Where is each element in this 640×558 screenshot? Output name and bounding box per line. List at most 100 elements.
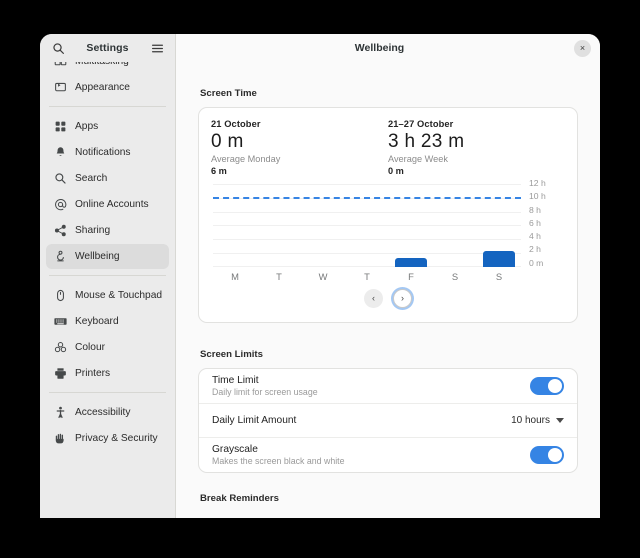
- grayscale-title: Grayscale: [212, 444, 530, 455]
- content-pane: Wellbeing × Screen Time 21 October 0 m A…: [176, 34, 600, 518]
- sidebar-item-label: Wellbeing: [75, 251, 120, 262]
- sidebar-item-label: Appearance: [75, 82, 130, 93]
- grayscale-row[interactable]: Grayscale Makes the screen black and whi…: [199, 437, 577, 472]
- chart-plot-area: [213, 185, 521, 267]
- chart-navigation: ‹ ›: [211, 285, 565, 316]
- sidebar-item-search[interactable]: Search: [46, 166, 169, 191]
- day-stat-date: 21 October: [211, 119, 388, 129]
- screen-limits-card: Time Limit Daily limit for screen usage …: [198, 368, 578, 473]
- chart-bar: [483, 251, 515, 267]
- week-stat-value: 3 h 23 m: [388, 130, 565, 153]
- chart-bar-cell: [433, 185, 477, 267]
- week-stat-average-label: Average Week: [388, 154, 565, 164]
- daily-limit-amount-text: Daily Limit Amount: [212, 409, 511, 432]
- colour-icon: [53, 341, 67, 355]
- sidebar-item-notifications[interactable]: Notifications: [46, 140, 169, 165]
- day-stat-average-value: 6 m: [211, 166, 388, 176]
- chart-bar-cell: [301, 185, 345, 267]
- chart-bar-cell: [257, 185, 301, 267]
- next-week-button[interactable]: ›: [393, 289, 412, 308]
- chart-bar-cell: [345, 185, 389, 267]
- chart-bar: [395, 258, 427, 268]
- hamburger-menu-icon[interactable]: [147, 38, 167, 58]
- sidebar-item-accessibility[interactable]: Accessibility: [46, 400, 169, 425]
- sidebar-item-label: Apps: [75, 121, 98, 132]
- sidebar-item-label: Colour: [75, 342, 105, 353]
- chart-x-tick-label: S: [477, 271, 521, 282]
- screen-time-chart: 12 h10 h8 h6 h4 h2 h0 m MTWTFSS: [211, 185, 565, 285]
- time-limit-row[interactable]: Time Limit Daily limit for screen usage: [199, 369, 577, 403]
- sidebar-title: Settings: [72, 42, 143, 54]
- sidebar: Settings Multitasking: [40, 34, 176, 518]
- time-limit-subtitle: Daily limit for screen usage: [212, 387, 530, 397]
- wellbeing-icon: [53, 250, 67, 264]
- sidebar-item-multitasking-clipped[interactable]: Multitasking: [46, 62, 169, 74]
- chart-y-tick-label: 6 h: [529, 219, 565, 228]
- sidebar-item-apps[interactable]: Apps: [46, 114, 169, 139]
- screen-time-stats: 21 October 0 m Average Monday 6 m 21–27 …: [211, 119, 565, 176]
- chevron-down-icon[interactable]: [556, 418, 564, 423]
- sidebar-item-label: Sharing: [75, 225, 110, 236]
- day-stat-value: 0 m: [211, 130, 388, 153]
- chart-x-tick-label: W: [301, 271, 345, 282]
- sidebar-header: Settings: [40, 34, 175, 62]
- chart-y-tick-label: 12 h: [529, 179, 565, 188]
- week-stat-average-value: 0 m: [388, 166, 565, 176]
- sidebar-item-appearance[interactable]: Appearance: [46, 75, 169, 100]
- search-icon[interactable]: [48, 38, 68, 58]
- sidebar-nav-list[interactable]: Multitasking Appearance: [40, 62, 175, 518]
- sidebar-item-label: Accessibility: [75, 407, 130, 418]
- time-limit-toggle[interactable]: [530, 377, 564, 395]
- sidebar-item-wellbeing[interactable]: Wellbeing: [46, 244, 169, 269]
- printer-icon: [53, 367, 67, 381]
- grayscale-toggle[interactable]: [530, 446, 564, 464]
- chart-y-axis-labels: 12 h10 h8 h6 h4 h2 h0 m: [523, 179, 565, 267]
- appearance-icon: [53, 81, 67, 95]
- chart-y-tick-label: 10 h: [529, 192, 565, 201]
- close-icon[interactable]: ×: [574, 40, 591, 57]
- chart-bars: [213, 185, 521, 267]
- daily-limit-amount-row[interactable]: Daily Limit Amount 10 hours: [199, 403, 577, 437]
- mouse-icon: [53, 289, 67, 303]
- search-icon: [53, 172, 67, 186]
- sidebar-item-keyboard[interactable]: Keyboard: [46, 309, 169, 334]
- sidebar-item-privacy-security[interactable]: Privacy & Security: [46, 426, 169, 451]
- sidebar-item-sharing[interactable]: Sharing: [46, 218, 169, 243]
- page-title: Wellbeing: [185, 42, 574, 54]
- chart-x-tick-label: T: [345, 271, 389, 282]
- sidebar-item-online-accounts[interactable]: Online Accounts: [46, 192, 169, 217]
- chart-x-tick-label: M: [213, 271, 257, 282]
- toggle-knob: [548, 448, 562, 462]
- sidebar-item-label: Keyboard: [75, 316, 119, 327]
- chart-y-tick-label: 0 m: [529, 259, 565, 268]
- sidebar-item-printers[interactable]: Printers: [46, 361, 169, 386]
- content-scroll-area[interactable]: Screen Time 21 October 0 m Average Monda…: [176, 62, 600, 518]
- daily-limit-amount-title: Daily Limit Amount: [212, 415, 511, 426]
- chart-x-tick-label: S: [433, 271, 477, 282]
- share-icon: [53, 224, 67, 238]
- sidebar-divider: [49, 275, 166, 276]
- week-stat-date: 21–27 October: [388, 119, 565, 129]
- previous-week-button[interactable]: ‹: [364, 289, 383, 308]
- sidebar-item-colour[interactable]: Colour: [46, 335, 169, 360]
- screen-limits-heading: Screen Limits: [200, 349, 578, 360]
- grayscale-text: Grayscale Makes the screen black and whi…: [212, 438, 530, 472]
- sidebar-item-label: Online Accounts: [75, 199, 149, 210]
- chart-y-tick-label: 2 h: [529, 245, 565, 254]
- week-stat: 21–27 October 3 h 23 m Average Week 0 m: [388, 119, 565, 176]
- time-limit-title: Time Limit: [212, 375, 530, 386]
- daily-limit-amount-value: 10 hours: [511, 415, 550, 426]
- chart-x-tick-label: T: [257, 271, 301, 282]
- sidebar-item-label: Privacy & Security: [75, 433, 158, 444]
- keyboard-icon: [53, 315, 67, 329]
- chart-y-tick-label: 8 h: [529, 206, 565, 215]
- hand-shield-icon: [53, 432, 67, 446]
- screen-time-heading: Screen Time: [200, 88, 578, 99]
- grayscale-subtitle: Makes the screen black and white: [212, 456, 530, 466]
- multitasking-icon: [53, 62, 67, 69]
- content-header: Wellbeing ×: [176, 34, 600, 62]
- sidebar-item-label: Notifications: [75, 147, 131, 158]
- chart-x-tick-label: F: [389, 271, 433, 282]
- day-stat-average-label: Average Monday: [211, 154, 388, 164]
- sidebar-item-mouse-touchpad[interactable]: Mouse & Touchpad: [46, 283, 169, 308]
